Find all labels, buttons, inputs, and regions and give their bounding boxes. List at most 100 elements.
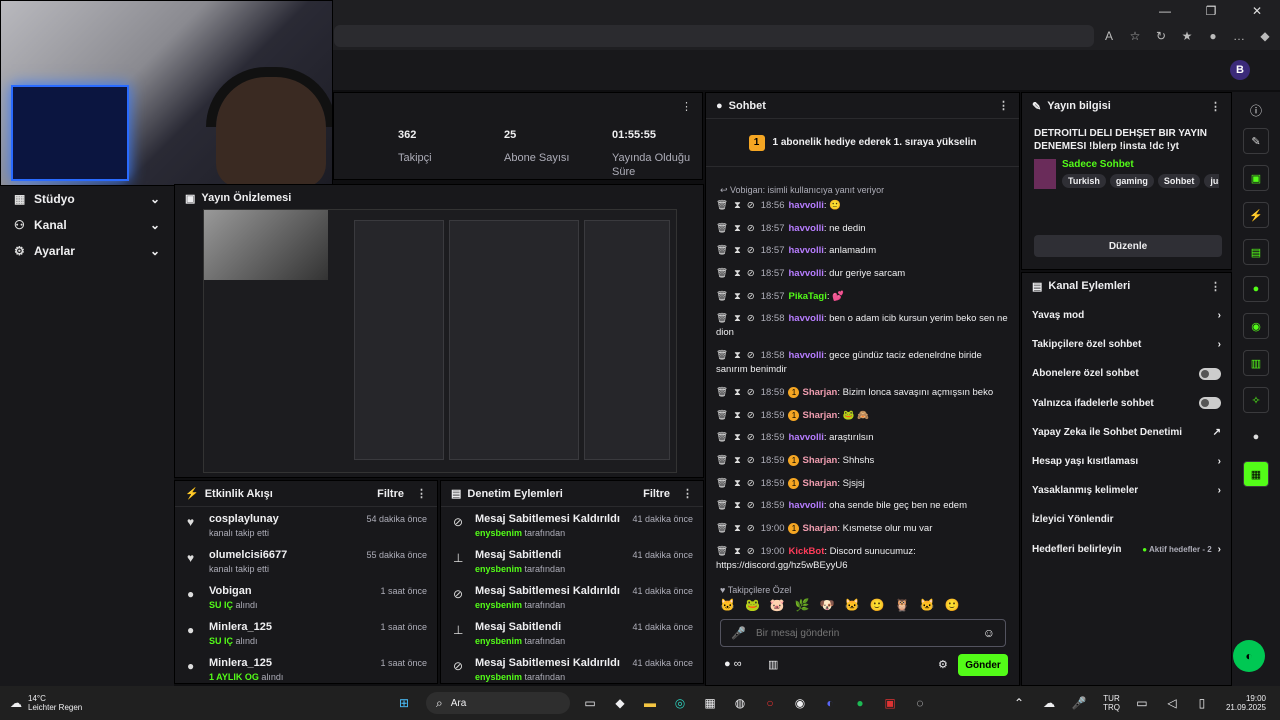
chat-message[interactable]: 🗑 ⧗ ⊘ 18:59 havvolli: araştırılsın	[716, 431, 1010, 445]
taskbar-search[interactable]: ⌕ Ara	[426, 692, 570, 714]
timeout-icon[interactable]: ⧗	[734, 313, 741, 324]
windows-start-icon[interactable]: ⊞	[390, 696, 418, 710]
timeout-icon[interactable]: ⧗	[734, 387, 741, 398]
channel-action[interactable]: Yasaklanmış kelimeler ›	[1022, 476, 1231, 505]
edit-button[interactable]: Düzenle	[1034, 235, 1222, 257]
clock[interactable]: 19:00 21.09.2025	[1226, 694, 1266, 712]
trash-icon[interactable]: 🗑	[716, 546, 728, 557]
chat-message[interactable]: 🗑 ⧗ ⊘ 18:57 PikaTagi: 💕	[716, 290, 1010, 304]
layout-icon[interactable]: ▥	[1243, 350, 1269, 376]
channel-action[interactable]: Hedefleri belirleyin ● Aktif hedefler - 2…	[1022, 535, 1231, 564]
timeout-icon[interactable]: ⧗	[734, 223, 741, 234]
filter-button[interactable]: Filtre	[377, 488, 404, 500]
trash-icon[interactable]: 🗑	[716, 500, 728, 511]
send-button[interactable]: Gönder	[958, 654, 1008, 676]
channel-action[interactable]: Abonelere özel sohbet	[1022, 359, 1231, 388]
timeout-icon[interactable]: ⧗	[734, 200, 741, 211]
microphone-icon[interactable]: 🎤	[1065, 696, 1093, 710]
list-item[interactable]: ● Vobigan SU IÇ alındı 1 saat önce	[175, 579, 437, 615]
chat-message[interactable]: 🗑 ⧗ ⊘ 18:58 havvolli: gece gündüz taciz eden…	[716, 349, 1010, 377]
app-icon[interactable]: ▦	[1243, 461, 1269, 487]
microphone-icon[interactable]: 🎤	[731, 626, 746, 640]
ban-icon[interactable]: ⊘	[747, 387, 755, 398]
emote-icon[interactable]: 🐸	[745, 598, 760, 612]
message-user[interactable]: havvolli	[788, 350, 823, 361]
timeout-icon[interactable]: ⧗	[734, 268, 741, 279]
bolt-icon[interactable]: ⚡	[1243, 202, 1269, 228]
trash-icon[interactable]: 🗑	[716, 387, 728, 398]
trash-icon[interactable]: 🗑	[716, 432, 728, 443]
steam-icon[interactable]: ◌	[906, 696, 934, 710]
emote-icon[interactable]: 🐱	[720, 598, 735, 612]
message-user[interactable]: havvolli	[788, 432, 823, 443]
emoji-icon[interactable]: ☺	[983, 626, 995, 640]
message-user[interactable]: PikaTagi	[788, 291, 826, 302]
chrome-icon[interactable]: ◉	[786, 696, 814, 710]
trash-icon[interactable]: 🗑	[716, 200, 728, 211]
language-indicator[interactable]: TUR TRQ	[1103, 694, 1120, 712]
chat-message[interactable]: 🗑 ⧗ ⊘ 18:59 1 Sharjan: Bizim lonca savaşını a…	[716, 386, 1010, 400]
ban-icon[interactable]: ⊘	[747, 245, 755, 256]
chat-message[interactable]: 🗑 ⧗ ⊘ 19:00 KickBot: Discord sunucumuz: http…	[716, 545, 1010, 573]
broadcast-icon[interactable]: ◉	[1243, 313, 1269, 339]
channel-action[interactable]: Hesap yaşı kısıtlaması ›	[1022, 447, 1231, 476]
chat-bubble-icon[interactable]: ●	[1243, 276, 1269, 302]
profile-icon[interactable]: ●	[1202, 29, 1224, 43]
ban-icon[interactable]: ⊘	[747, 546, 755, 557]
sidebar-item-studio[interactable]: ▦ Stüdyo ⌄	[0, 186, 174, 212]
ban-icon[interactable]: ⊘	[747, 478, 755, 489]
emote-icon[interactable]: 🐱	[845, 598, 860, 612]
more-icon[interactable]: ⋮	[1210, 100, 1221, 113]
message-user[interactable]: havvolli	[788, 200, 823, 211]
timeout-icon[interactable]: ⧗	[734, 291, 741, 302]
ban-icon[interactable]: ⊘	[747, 410, 755, 421]
trash-icon[interactable]: 🗑	[716, 223, 728, 234]
timeout-icon[interactable]: ⧗	[734, 455, 741, 466]
help-button[interactable]: ◐	[1233, 640, 1265, 672]
stream-preview-video[interactable]	[203, 209, 677, 473]
list-item[interactable]: ⊘ Mesaj Sabitlemesi Kaldırıldı enysbenim…	[441, 579, 703, 615]
ban-icon[interactable]: ⊘	[747, 291, 755, 302]
trash-icon[interactable]: 🗑	[716, 291, 728, 302]
message-user[interactable]: Sharjan	[802, 478, 837, 489]
channel-action[interactable]: İzleyici Yönlendir	[1022, 505, 1231, 534]
timeout-icon[interactable]: ⧗	[734, 523, 741, 534]
favorites-icon[interactable]: ★	[1176, 29, 1198, 43]
more-icon[interactable]: ⋮	[998, 99, 1009, 112]
tag[interactable]: gaming	[1109, 174, 1154, 188]
close-button[interactable]: ✕	[1234, 4, 1280, 18]
chat-message[interactable]: 🗑 ⧗ ⊘ 18:57 havvolli: ne dedin	[716, 222, 1010, 236]
emote-icon[interactable]: 🐷	[770, 598, 785, 612]
ban-icon[interactable]: ⊘	[747, 223, 755, 234]
trash-icon[interactable]: 🗑	[716, 523, 728, 534]
chat-input[interactable]	[755, 627, 983, 639]
message-user[interactable]: Sharjan	[802, 455, 837, 466]
document-icon[interactable]: ▤	[1243, 239, 1269, 265]
weather-widget[interactable]: ☁ 14°C Leichter Regen	[0, 694, 120, 712]
more-icon[interactable]: ⋮	[681, 100, 692, 113]
ban-icon[interactable]: ⊘	[747, 313, 755, 324]
tag[interactable]: justch	[1204, 174, 1219, 188]
pinned-gift-banner[interactable]: 11 abonelik hediye ederek 1. sıraya yüks…	[706, 119, 1019, 167]
list-item[interactable]: ♥ cosplaylunay kanalı takip etti 54 daki…	[175, 507, 437, 543]
battery-icon[interactable]: ▯	[1188, 696, 1216, 710]
chat-message[interactable]: 🗑 ⧗ ⊘ 18:59 1 Sharjan: Sjsjsj	[716, 477, 1010, 491]
refresh-icon[interactable]: ↻	[1150, 29, 1172, 43]
cloud-icon[interactable]: ☁	[1035, 696, 1063, 710]
avatar[interactable]: B	[1230, 60, 1250, 80]
emote-icon[interactable]: 🐱	[920, 598, 935, 612]
timeout-icon[interactable]: ⧗	[734, 478, 741, 489]
edge-icon[interactable]: ◎	[666, 696, 694, 710]
more-icon[interactable]: ⋮	[416, 487, 427, 500]
channel-action[interactable]: Yalnızca ifadelerle sohbet	[1022, 389, 1231, 418]
spotify-icon[interactable]: ●	[846, 696, 874, 710]
message-user[interactable]: havvolli	[788, 268, 823, 279]
trash-icon[interactable]: 🗑	[716, 245, 728, 256]
address-bar[interactable]	[334, 25, 1094, 47]
opera-icon[interactable]: ○	[756, 696, 784, 710]
trash-icon[interactable]: 🗑	[716, 478, 728, 489]
speaker-icon[interactable]: ◁	[1158, 696, 1186, 710]
ban-icon[interactable]: ⊘	[747, 350, 755, 361]
timeout-icon[interactable]: ⧗	[734, 546, 741, 557]
chat-input-box[interactable]: 🎤 ☺	[720, 619, 1006, 647]
